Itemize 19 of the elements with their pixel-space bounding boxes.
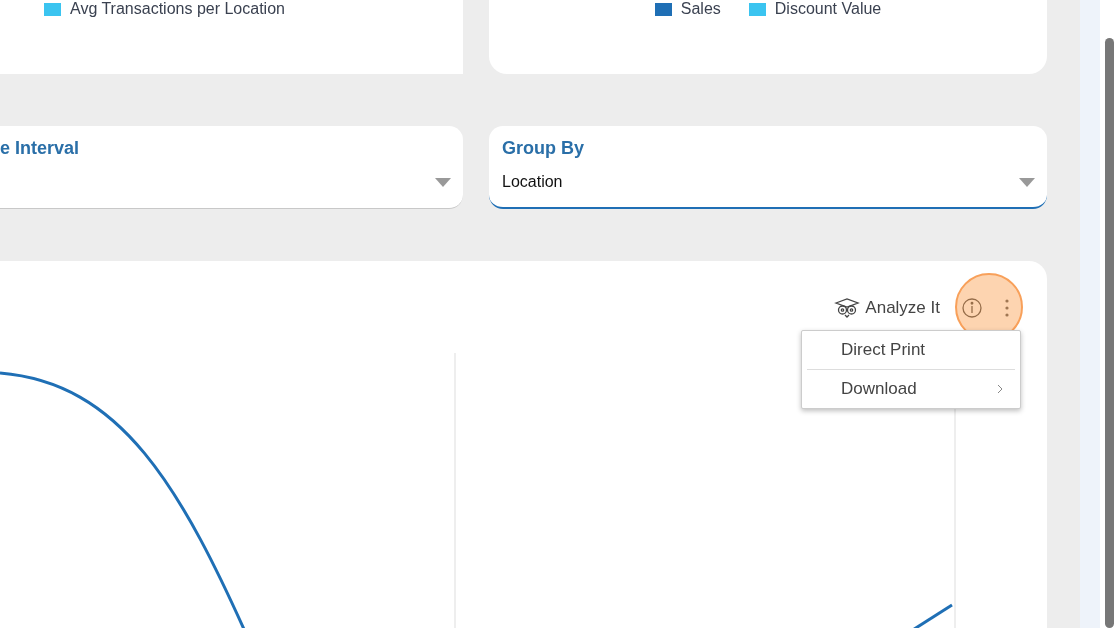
dropdown-arrow-icon xyxy=(1019,177,1035,187)
scrollbar[interactable] xyxy=(1100,0,1120,628)
info-button[interactable] xyxy=(962,298,982,318)
kebab-icon xyxy=(1004,298,1010,318)
legend-label: Sales xyxy=(680,0,721,18)
menu-item[interactable]: Direct Print xyxy=(807,331,1015,369)
analyze-button[interactable]: Analyze It xyxy=(834,298,940,318)
legend-label: Avg Transactions per Location xyxy=(70,0,285,18)
selected-value: Location xyxy=(502,173,563,191)
info-icon xyxy=(962,298,982,318)
more-menu-button[interactable] xyxy=(1004,298,1010,318)
owl-icon xyxy=(834,298,861,318)
dropdown-arrow-icon xyxy=(435,177,451,187)
field-label: e Interval xyxy=(0,138,81,159)
legend-label: Discount Value xyxy=(774,0,882,18)
menu-item[interactable]: Download xyxy=(807,369,1015,408)
field-label: Group By xyxy=(502,138,585,159)
dropdown-field[interactable]: Group By Location xyxy=(489,126,1047,209)
dropdown-field[interactable]: e Interval xyxy=(0,126,463,209)
